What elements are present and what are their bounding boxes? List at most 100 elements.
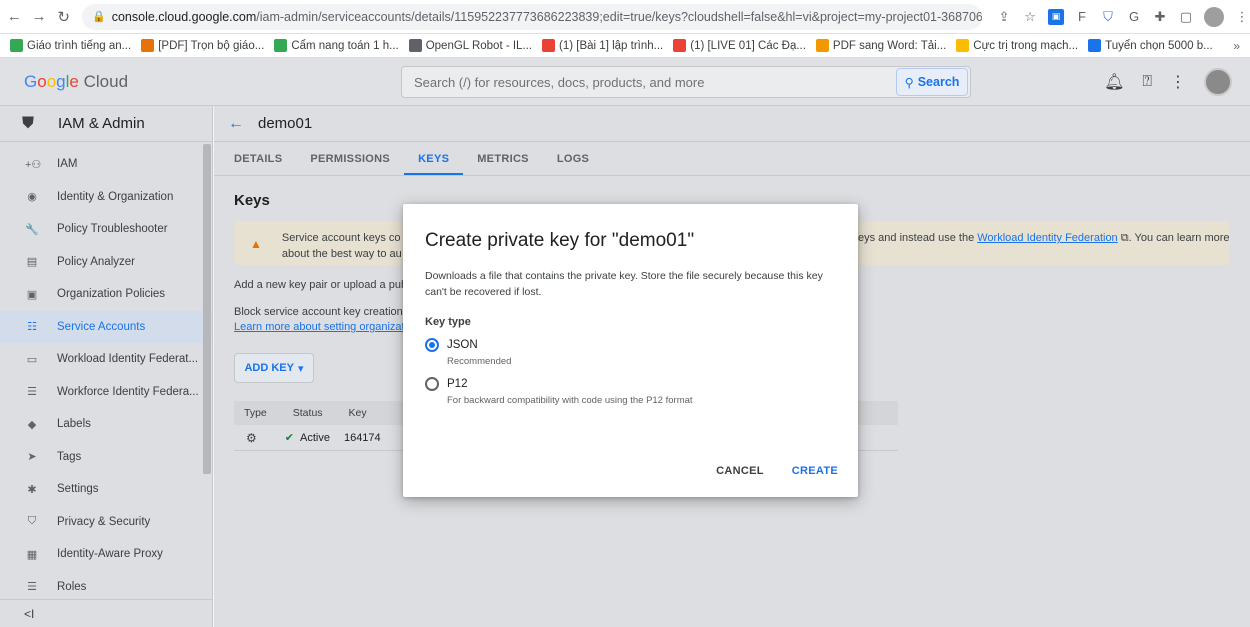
bookmark-favicon-icon [141,39,155,52]
logo-google: Google [24,71,79,91]
bookmarks-overflow-icon[interactable]: » [1233,39,1240,53]
reload-icon[interactable]: ↻ [53,6,74,28]
bookmark-label: [PDF] Trọn bộ giáo... [158,39,265,52]
list-icon: ☰ [27,386,37,399]
warning-icon: ▲ [250,237,262,251]
bookmark-label: OpenGL Robot - IL... [425,39,533,52]
menu-dots-icon[interactable]: ⋮ [1234,9,1250,25]
account-avatar[interactable] [1204,68,1232,96]
sidebar-item-labels[interactable]: ◆ Labels [0,408,212,441]
warning-text-right: eys and instead use the Workload Identit… [858,230,1230,246]
sidebar-item-iam[interactable]: +⚇ IAM [0,148,212,181]
sidebar-item-label: Workload Identity Federat... [57,353,199,366]
address-bar[interactable]: 🔒 console.cloud.google.com /iam-admin/se… [82,3,983,30]
radio-p12[interactable] [425,377,439,391]
radio-json[interactable] [425,338,439,352]
google-cloud-logo[interactable]: Google Cloud [24,72,244,92]
key-id: 164174 [343,431,381,444]
search-box: ⚲ Search [401,66,971,98]
bookmark-item[interactable]: Cực trị trong mạch... [956,39,1078,52]
sidebar-item-label: Identity-Aware Proxy [57,548,163,561]
tab-logs[interactable]: LOGS [543,153,603,175]
profile-avatar[interactable] [1204,6,1225,27]
share-icon[interactable]: ⇪ [996,9,1012,25]
puzzle-icon[interactable]: ✚ [1152,9,1168,25]
extension-icon[interactable]: F [1074,9,1090,25]
account-circle-icon: ◉ [27,191,37,204]
collapse-sidebar-button[interactable]: <I [0,599,212,627]
collapse-icon: <I [24,606,35,621]
cancel-button[interactable]: CANCEL [716,465,764,477]
sidebar-item-label: Policy Analyzer [57,255,135,268]
bookmarks-bar: Giáo trình tiếng an... [PDF] Trọn bộ giáo… [0,34,1250,58]
forward-arrow-icon[interactable]: → [29,6,50,28]
extension-icon[interactable]: ▣ [1048,8,1065,25]
bookmark-item[interactable]: [PDF] Trọn bộ giáo... [141,39,264,52]
service-account-icon: ☷ [27,321,37,334]
more-vert-icon[interactable]: ⋮ [1170,72,1186,92]
sidebar-item-settings[interactable]: ✱ Settings [0,473,212,506]
back-arrow-icon[interactable]: ← [4,6,25,28]
key-type-option-p12[interactable]: P12 [425,377,836,391]
id-card-icon: ▭ [26,353,38,366]
sidepanel-icon[interactable]: ▢ [1178,9,1194,25]
key-type-label: Key type [425,316,471,328]
google-extension-icon[interactable]: G [1126,9,1142,25]
sidebar-scrollbar[interactable] [203,144,211,474]
sidebar-item-service-accounts[interactable]: ☷ Service Accounts [0,310,212,343]
dialog-title: Create private key for "demo01" [425,230,695,251]
bookmark-label: Tuyển chọn 5000 b... [1105,39,1213,52]
bookmark-item[interactable]: PDF sang Word: Tải... [815,39,946,52]
tab-details[interactable]: DETAILS [220,153,296,175]
dialog-description: Downloads a file that contains the priva… [425,270,823,298]
shield-icon: ⛊ [22,114,35,132]
bookmark-item[interactable]: (1) [Bài 1] lập trình... [542,39,663,52]
arrow-tag-icon: ➤ [27,451,37,464]
search-button[interactable]: ⚲ Search [896,68,968,96]
warning-right-pre: eys and instead use the [858,232,978,244]
sidebar-item-organization-policies[interactable]: ▣ Organization Policies [0,278,212,311]
sidebar-item-label: Organization Policies [57,288,166,301]
key-type-option-json[interactable]: JSON [425,338,836,352]
column-header[interactable]: Status [293,407,323,419]
warning-line-2: about the best way to au [281,248,402,260]
add-key-button[interactable]: ADD KEY ▾ [234,353,314,383]
bookmark-item[interactable]: (1) [LIVE 01] Các Đạ... [673,39,806,52]
bookmark-item[interactable]: Cẩm nang toán 1 h... [274,39,399,52]
person-add-icon: +⚇ [25,158,42,171]
create-button[interactable]: CREATE [792,465,838,477]
bookmark-label: Giáo trình tiếng an... [27,39,132,52]
workload-identity-link[interactable]: Workload Identity Federation [977,232,1117,244]
sidebar-item-workload-identity-federat[interactable]: ▭ Workload Identity Federat... [0,343,212,376]
key-type-icon: ⚙ [246,430,257,445]
sidebar-item-label: Labels [57,418,91,431]
sidebar-item-policy-analyzer[interactable]: ▤ Policy Analyzer [0,246,212,279]
tab-metrics[interactable]: METRICS [463,153,543,175]
sidebar-item-tags[interactable]: ➤ Tags [0,441,212,474]
column-header[interactable]: Type [244,407,267,419]
bookmark-favicon-icon [815,39,829,52]
bookmark-item[interactable]: OpenGL Robot - IL... [408,39,533,52]
tab-permissions[interactable]: PERMISSIONS [296,153,404,175]
url-path: /iam-admin/serviceaccounts/details/11595… [256,9,983,24]
search-input[interactable] [402,67,896,97]
sidebar-nav: +⚇ IAM ◉ Identity & Organization 🔧 Policy Tro… [0,148,212,603]
back-arrow-icon[interactable]: ← [228,115,244,133]
sidebar-item-identity-aware-proxy[interactable]: ▦ Identity-Aware Proxy [0,538,212,571]
shield-extension-icon[interactable]: ⛉ [1100,9,1116,25]
help-icon[interactable]: ⍰ [1142,73,1152,91]
proxy-icon: ▦ [26,548,38,561]
bell-icon[interactable]: 🔔︎ [1104,72,1124,92]
star-icon[interactable]: ☆ [1022,9,1038,25]
sidebar-item-workforce-identity-federa[interactable]: ☰ Workforce Identity Federa... [0,376,212,409]
bookmark-item[interactable]: Tuyển chọn 5000 b... [1088,39,1213,52]
sidebar-item-policy-troubleshooter[interactable]: 🔧 Policy Troubleshooter [0,213,212,246]
learn-more-link[interactable]: Learn more about setting organizati [234,321,407,333]
browser-toolbar: ← → ↻ 🔒 console.cloud.google.com /iam-ad… [0,0,1250,34]
tab-keys[interactable]: KEYS [404,153,464,175]
sidebar-item-privacy-security[interactable]: ⛉ Privacy & Security [0,506,212,539]
bookmark-item[interactable]: Giáo trình tiếng an... [10,39,131,52]
lock-icon: 🔒 [92,11,106,23]
column-header[interactable]: Key [349,407,367,419]
sidebar-item-identity-organization[interactable]: ◉ Identity & Organization [0,181,212,214]
